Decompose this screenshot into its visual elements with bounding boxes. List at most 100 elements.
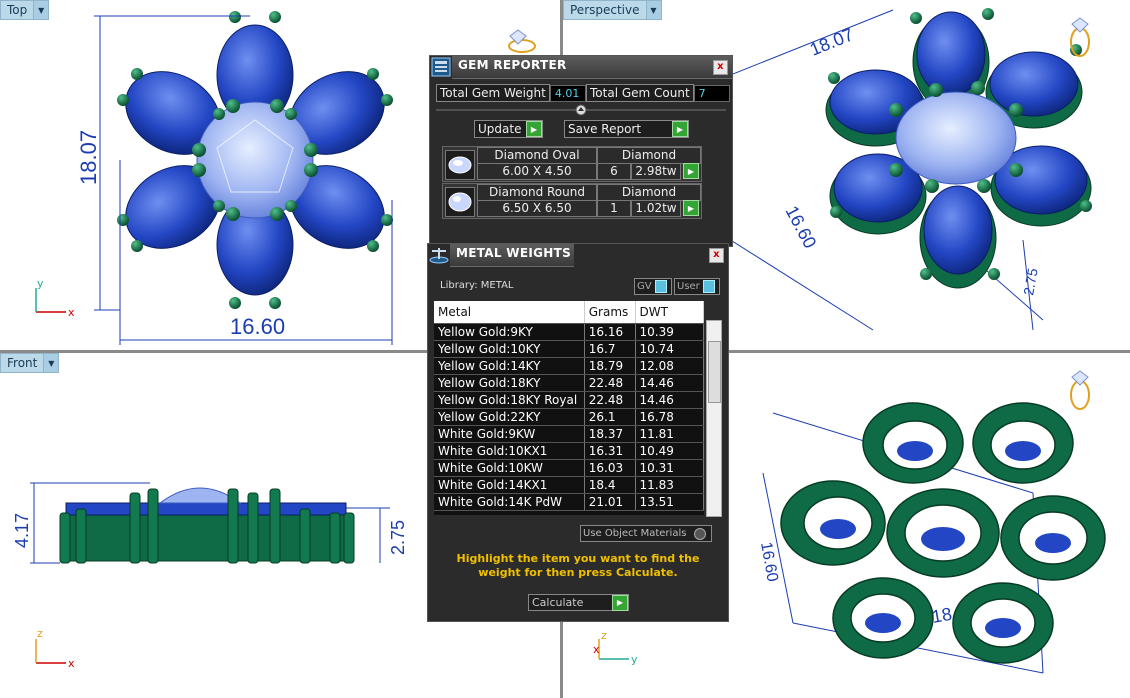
column-header-dwt[interactable]: DWT <box>635 301 704 324</box>
top-flower <box>117 11 393 309</box>
dwt-cell: 14.46 <box>635 374 704 392</box>
play-arrow-icon: ▶ <box>612 594 628 611</box>
front-dim-side: 2.75 <box>388 520 408 555</box>
table-row[interactable]: White Gold:9KW 18.37 11.81 <box>434 425 704 443</box>
divider-slider[interactable] <box>436 103 726 117</box>
persp2-dim-a: 16.60 <box>757 541 781 583</box>
gem-reporter-panel[interactable]: GEM REPORTER x Total Gem Weight 4.01 Tot… <box>429 55 733 247</box>
chevron-down-icon[interactable]: ▼ <box>33 1 49 19</box>
chevron-down-icon[interactable]: ▼ <box>645 1 661 19</box>
persp-flower <box>825 8 1092 289</box>
persp-dim-b: 16.60 <box>781 202 820 251</box>
use-object-materials-label: Use Object Materials <box>583 528 687 539</box>
grams-cell: 22.48 <box>584 391 636 409</box>
play-arrow-icon: ▶ <box>526 121 542 137</box>
table-row[interactable]: Yellow Gold:14KY 18.79 12.08 <box>434 357 704 375</box>
table-row[interactable]: Yellow Gold:9KY 16.16 10.39 <box>434 323 704 341</box>
ring-icon <box>1070 370 1090 410</box>
close-icon[interactable]: x <box>713 60 728 75</box>
table-row[interactable]: Yellow Gold:18KY Royal 22.48 14.46 <box>434 391 704 409</box>
dwt-cell: 11.81 <box>635 425 704 443</box>
column-header-grams[interactable]: Grams <box>584 301 636 324</box>
gem-reporter-title: GEM REPORTER <box>452 55 732 79</box>
toggle-knob <box>702 280 715 293</box>
gem-name: Diamond Oval <box>477 147 597 164</box>
table-row[interactable]: White Gold:10KW 16.03 10.31 <box>434 459 704 477</box>
user-toggle[interactable]: User <box>674 278 720 295</box>
total-weight-value: 4.01 <box>549 84 586 102</box>
table-row[interactable]: Yellow Gold:10KY 16.7 10.74 <box>434 340 704 358</box>
metal-table-container[interactable]: Metal Grams DWT Yellow Gold:9KY 16.16 10.3… <box>434 301 704 515</box>
dwt-cell: 10.49 <box>635 442 704 460</box>
metal-table: Metal Grams DWT Yellow Gold:9KY 16.16 10.3… <box>434 301 704 511</box>
play-arrow-icon[interactable]: ▶ <box>683 163 699 179</box>
metal-table-scrollbar[interactable] <box>706 320 722 517</box>
grams-cell: 16.16 <box>584 323 636 341</box>
total-weight-group: Total Gem Weight 4.01 <box>436 84 586 102</box>
grams-cell: 16.31 <box>584 442 636 460</box>
close-icon[interactable]: x <box>709 248 724 263</box>
table-row[interactable]: White Gold:14K PdW 21.01 13.51 <box>434 493 704 511</box>
dwt-cell: 13.51 <box>635 493 704 511</box>
persp-dim-a: 18.07 <box>807 24 856 59</box>
grams-cell: 18.4 <box>584 476 636 494</box>
metal-cell: Yellow Gold:10KY <box>434 340 585 358</box>
gv-toggle[interactable]: GV <box>634 278 672 295</box>
calculate-button[interactable]: Calculate ▶ <box>528 594 629 611</box>
viewport-tab-top[interactable]: Top ▼ <box>0 0 50 20</box>
top-dim-height: 18.07 <box>76 130 101 185</box>
gem-item-row[interactable]: Diamond Round Diamond 6.50 X 6.50 1 1.02… <box>442 183 702 219</box>
ring-icon <box>508 29 536 53</box>
save-report-button-label: Save Report <box>568 122 642 136</box>
table-row[interactable]: White Gold:14KX1 18.4 11.83 <box>434 476 704 494</box>
scale-icon <box>428 244 450 266</box>
diamond-round-icon <box>445 187 475 217</box>
gem-weight: 2.98tw <box>631 163 681 180</box>
gem-count: 6 <box>597 163 631 180</box>
metal-weights-titlebar[interactable]: METAL WEIGHTS x <box>428 243 728 267</box>
calculate-button-label: Calculate <box>532 596 584 609</box>
grams-cell: 21.01 <box>584 493 636 511</box>
gem-name: Diamond Round <box>477 184 597 201</box>
play-arrow-icon[interactable]: ▶ <box>683 200 699 216</box>
grams-cell: 16.7 <box>584 340 636 358</box>
metal-cell: White Gold:14KX1 <box>434 476 585 494</box>
viewport-tab-front[interactable]: Front ▼ <box>0 353 60 373</box>
front-profile <box>59 487 355 564</box>
grams-cell: 26.1 <box>584 408 636 426</box>
gem-item-row[interactable]: Diamond Oval Diamond 6.00 X 4.50 6 2.98t… <box>442 146 702 182</box>
viewport-label: Top <box>7 3 28 17</box>
table-row[interactable]: Yellow Gold:22KY 26.1 16.78 <box>434 408 704 426</box>
persp2-axis-y: y <box>631 653 638 666</box>
metal-cell: White Gold:9KW <box>434 425 585 443</box>
dwt-cell: 16.78 <box>635 408 704 426</box>
top-axis-gizmo <box>35 288 66 313</box>
chevron-down-icon[interactable]: ▼ <box>43 354 59 372</box>
use-object-materials-toggle[interactable]: Use Object Materials <box>580 525 712 542</box>
update-button[interactable]: Update ▶ <box>474 120 543 138</box>
metal-cell: White Gold:10KW <box>434 459 585 477</box>
top-dim-width: 16.60 <box>230 314 285 339</box>
save-report-button[interactable]: Save Report ▶ <box>564 120 689 138</box>
top-axis-y: y <box>37 277 44 290</box>
metal-weights-panel[interactable]: METAL WEIGHTS x Library: METAL GV User M… <box>427 243 729 622</box>
gem-count: 1 <box>597 200 631 217</box>
dwt-cell: 10.31 <box>635 459 704 477</box>
dwt-cell: 14.46 <box>635 391 704 409</box>
gem-reporter-titlebar[interactable]: GEM REPORTER x <box>430 55 732 79</box>
gem-size: 6.50 X 6.50 <box>477 200 597 217</box>
scrollbar-thumb[interactable] <box>708 341 721 403</box>
metal-weights-title: METAL WEIGHTS <box>450 243 574 267</box>
persp2-axis-gizmo <box>598 639 629 660</box>
dwt-cell: 12.08 <box>635 357 704 375</box>
metal-cell: Yellow Gold:18KY Royal <box>434 391 585 409</box>
update-button-label: Update <box>478 122 522 136</box>
front-dim-height: 4.17 <box>12 513 32 548</box>
viewport-tab-perspective[interactable]: Perspective ▼ <box>563 0 662 20</box>
table-row[interactable]: White Gold:10KX1 16.31 10.49 <box>434 442 704 460</box>
metal-cell: White Gold:14K PdW <box>434 493 585 511</box>
calculate-hint: Highlight the item you want to find the … <box>456 552 700 579</box>
gem-reporter-icon <box>430 56 452 78</box>
table-row[interactable]: Yellow Gold:18KY 22.48 14.46 <box>434 374 704 392</box>
column-header-metal[interactable]: Metal <box>434 301 585 324</box>
